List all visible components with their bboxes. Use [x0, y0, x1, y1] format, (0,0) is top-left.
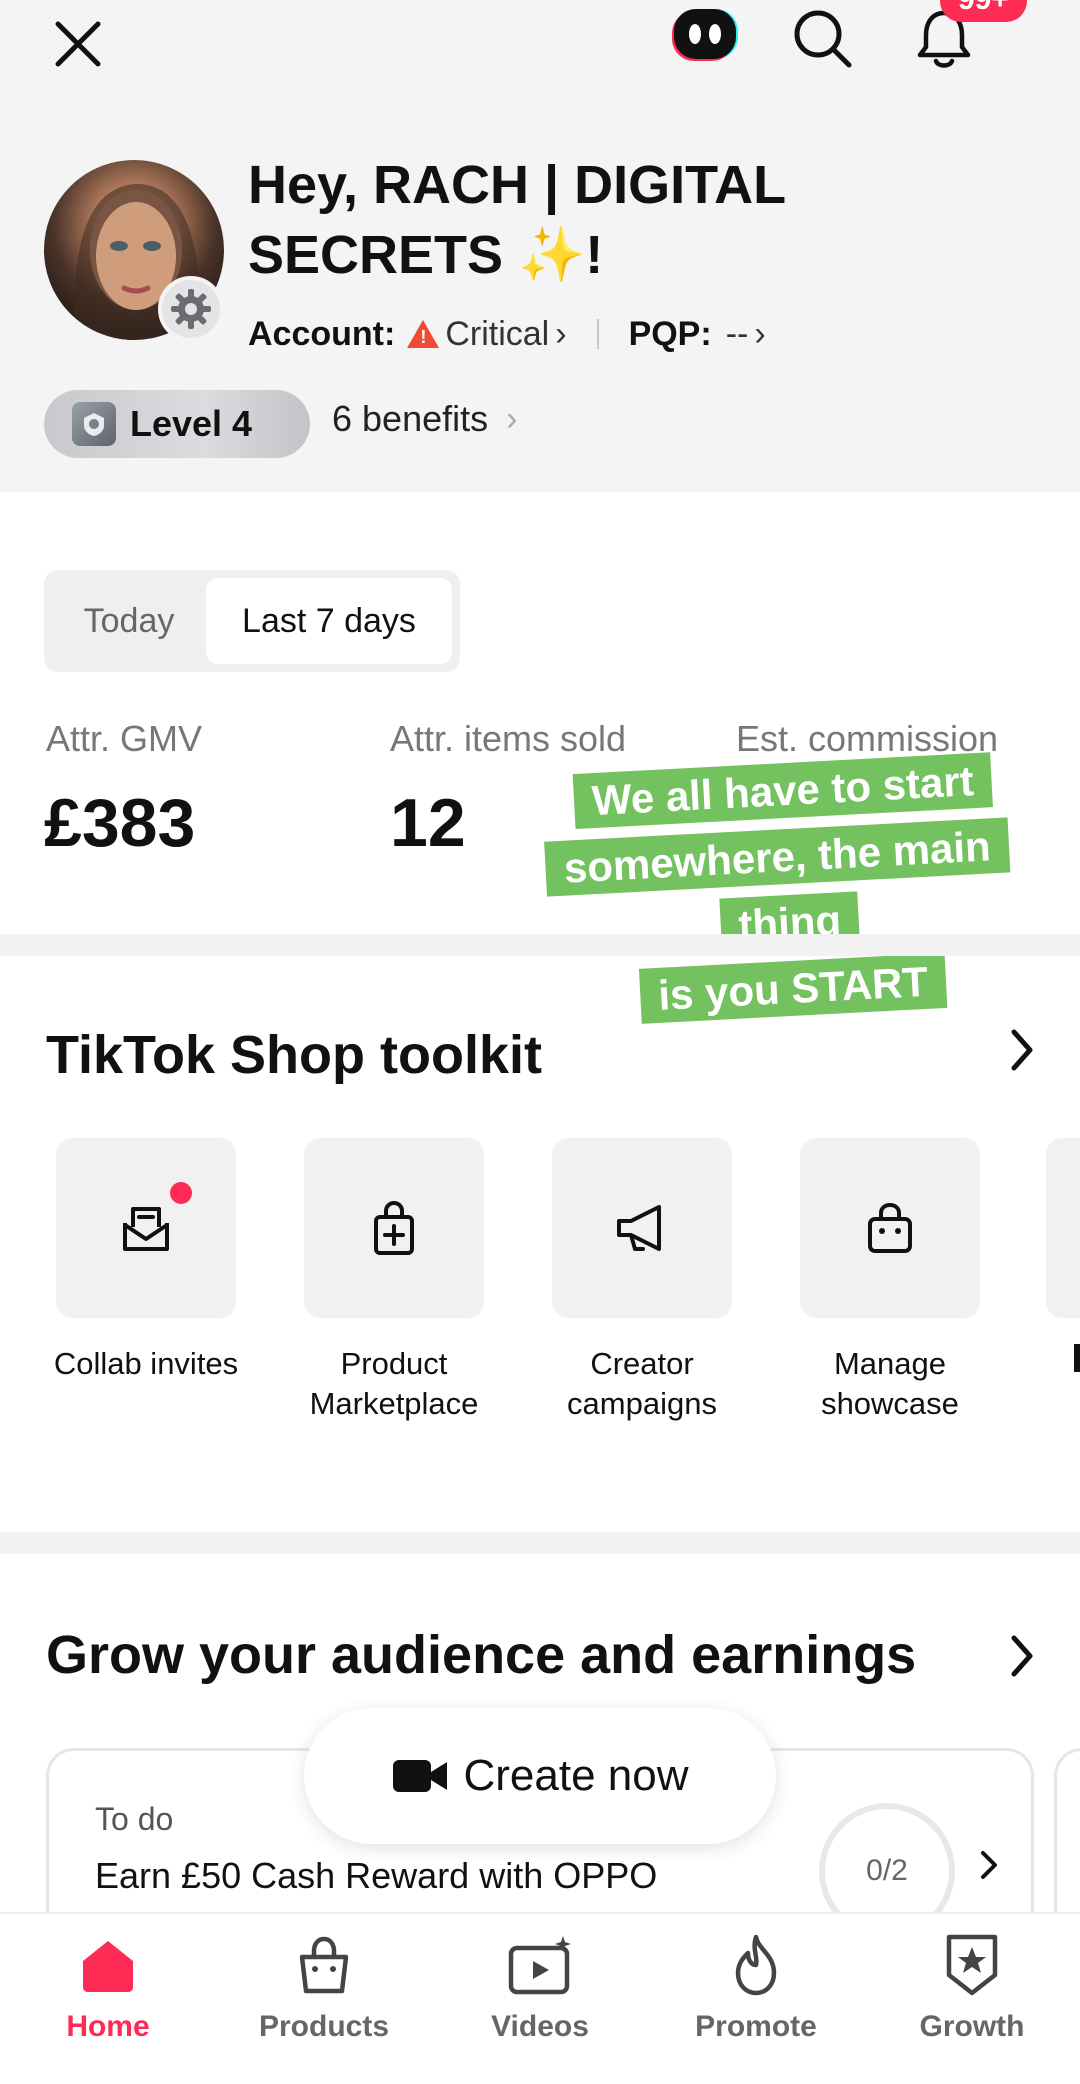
chevron-right-icon [969, 1835, 1009, 1895]
toolkit-item-manage-showcase[interactable]: Manage showcase [790, 1138, 990, 1424]
toolkit-icon-box [304, 1138, 484, 1318]
star-shield-icon [937, 1930, 1007, 2000]
toolkit-title: TikTok Shop toolkit [46, 1025, 542, 1085]
level-label: Level 4 [130, 403, 253, 444]
toolkit-item-creator-campaigns[interactable]: Creator campaigns [542, 1138, 742, 1424]
tab-videos[interactable]: Videos [432, 1930, 648, 2070]
notification-dot [170, 1182, 192, 1204]
metric-value-gmv: £383 [44, 785, 196, 861]
chevron-right-icon[interactable] [1002, 1626, 1042, 1686]
todo-label: To do [95, 1801, 174, 1837]
pqp-label: PQP: [628, 314, 712, 353]
level-badge-button[interactable]: Level 4 [44, 390, 310, 458]
toolkit-label: Product Marketplace [294, 1344, 494, 1424]
tab-growth[interactable]: Growth [864, 1930, 1080, 2070]
mail-icon [123, 1207, 169, 1251]
benefits-label: 6 benefits [332, 398, 489, 439]
warning-icon: ! [407, 320, 440, 348]
tab-promote[interactable]: Promote [648, 1930, 864, 2070]
flame-icon [721, 1930, 791, 2000]
toolkit-label: Manage showcase [790, 1344, 990, 1424]
progress-value: 0/2 [866, 1854, 908, 1887]
create-now-button[interactable]: Create now [304, 1708, 776, 1844]
grow-title: Grow your audience and earnings [46, 1625, 917, 1685]
caption-line-1: We all have to start [572, 752, 993, 830]
period-segmented-control: Today Last 7 days [44, 570, 460, 672]
benefits-link[interactable]: 6 benefits › [332, 398, 517, 440]
section-divider [0, 1532, 1080, 1554]
tab-label: Growth [919, 2010, 1025, 2043]
tab-label: Promote [695, 2010, 817, 2043]
toolkit-label: Creator campaigns [542, 1344, 742, 1424]
greeting-line-2: SECRETS ✨! [248, 225, 604, 285]
greeting-title: Hey, RACH | DIGITAL SECRETS ✨! [248, 150, 948, 290]
toolkit-item-collab-invites[interactable]: Collab invites [46, 1138, 246, 1384]
toolkit-icon-box [800, 1138, 980, 1318]
toolkit-label-partial [1074, 1344, 1080, 1372]
bottom-tab-bar: Home Products Videos Promote Growth [0, 1912, 1080, 2084]
gear-icon[interactable] [158, 276, 224, 342]
caption-line-3: is you START [638, 952, 948, 1024]
video-camera-icon [391, 1756, 449, 1796]
pqp-value: -- [725, 314, 749, 353]
toolkit-label-line: Product [340, 1346, 448, 1381]
toolkit-label-line: campaigns [567, 1386, 717, 1421]
chevron-right-icon: › [506, 399, 518, 438]
bot-icon[interactable] [668, 2, 744, 66]
divider [596, 319, 599, 349]
bag-icon [289, 1930, 359, 2000]
megaphone-icon [617, 1205, 661, 1251]
account-status-row: Account: ! Critical › PQP: -- › [248, 312, 766, 356]
toolkit-icon-box [552, 1138, 732, 1318]
toolkit-label-line: Manage [833, 1346, 947, 1381]
pqp-link[interactable]: PQP: -- › [629, 315, 766, 354]
notification-badge: 99+ [940, 0, 1027, 22]
tab-today[interactable]: Today [52, 578, 206, 664]
search-icon[interactable] [784, 0, 860, 76]
video-text-overlay: We all have to start somewhere, the main… [501, 744, 1074, 1037]
account-status-value: Critical [445, 314, 550, 353]
toolkit-label-line: Marketplace [309, 1386, 479, 1421]
close-icon[interactable] [40, 6, 116, 82]
account-label: Account: [248, 314, 396, 353]
toolkit-item-product-marketplace[interactable]: Product Marketplace [294, 1138, 494, 1424]
level-shield-icon [72, 402, 116, 446]
tab-label: Videos [491, 2010, 589, 2043]
toolkit-icon-box [56, 1138, 236, 1318]
bag-plus-icon [374, 1200, 414, 1255]
metric-label-items-sold: Attr. items sold [390, 718, 627, 759]
chevron-right-icon: › [754, 314, 766, 353]
toolkit-label: Collab invites [53, 1346, 239, 1381]
video-icon [505, 1930, 575, 2000]
chevron-right-icon[interactable] [1002, 1020, 1042, 1080]
toolkit-label-line: showcase [821, 1386, 959, 1421]
section-divider [0, 934, 1080, 956]
account-status-link[interactable]: ! Critical › [407, 314, 567, 354]
home-icon [73, 1930, 143, 2000]
tab-products[interactable]: Products [216, 1930, 432, 2070]
tab-label: Home [66, 2010, 150, 2043]
tab-home[interactable]: Home [0, 1930, 216, 2070]
metric-label-gmv: Attr. GMV [46, 718, 203, 759]
tab-label: Products [258, 2010, 390, 2043]
shopping-bag-icon [868, 1202, 912, 1253]
tab-last-7-days[interactable]: Last 7 days [206, 578, 452, 664]
toolkit-item-partial[interactable] [1046, 1138, 1080, 1318]
create-now-label: Create now [463, 1751, 689, 1800]
todo-title: Earn £50 Cash Reward with OPPO [95, 1855, 658, 1896]
chevron-right-icon: › [555, 314, 567, 353]
greeting-line-1: Hey, RACH | DIGITAL [248, 155, 787, 215]
metric-value-items-sold: 12 [390, 785, 466, 861]
toolkit-label-line: Creator [590, 1346, 694, 1381]
